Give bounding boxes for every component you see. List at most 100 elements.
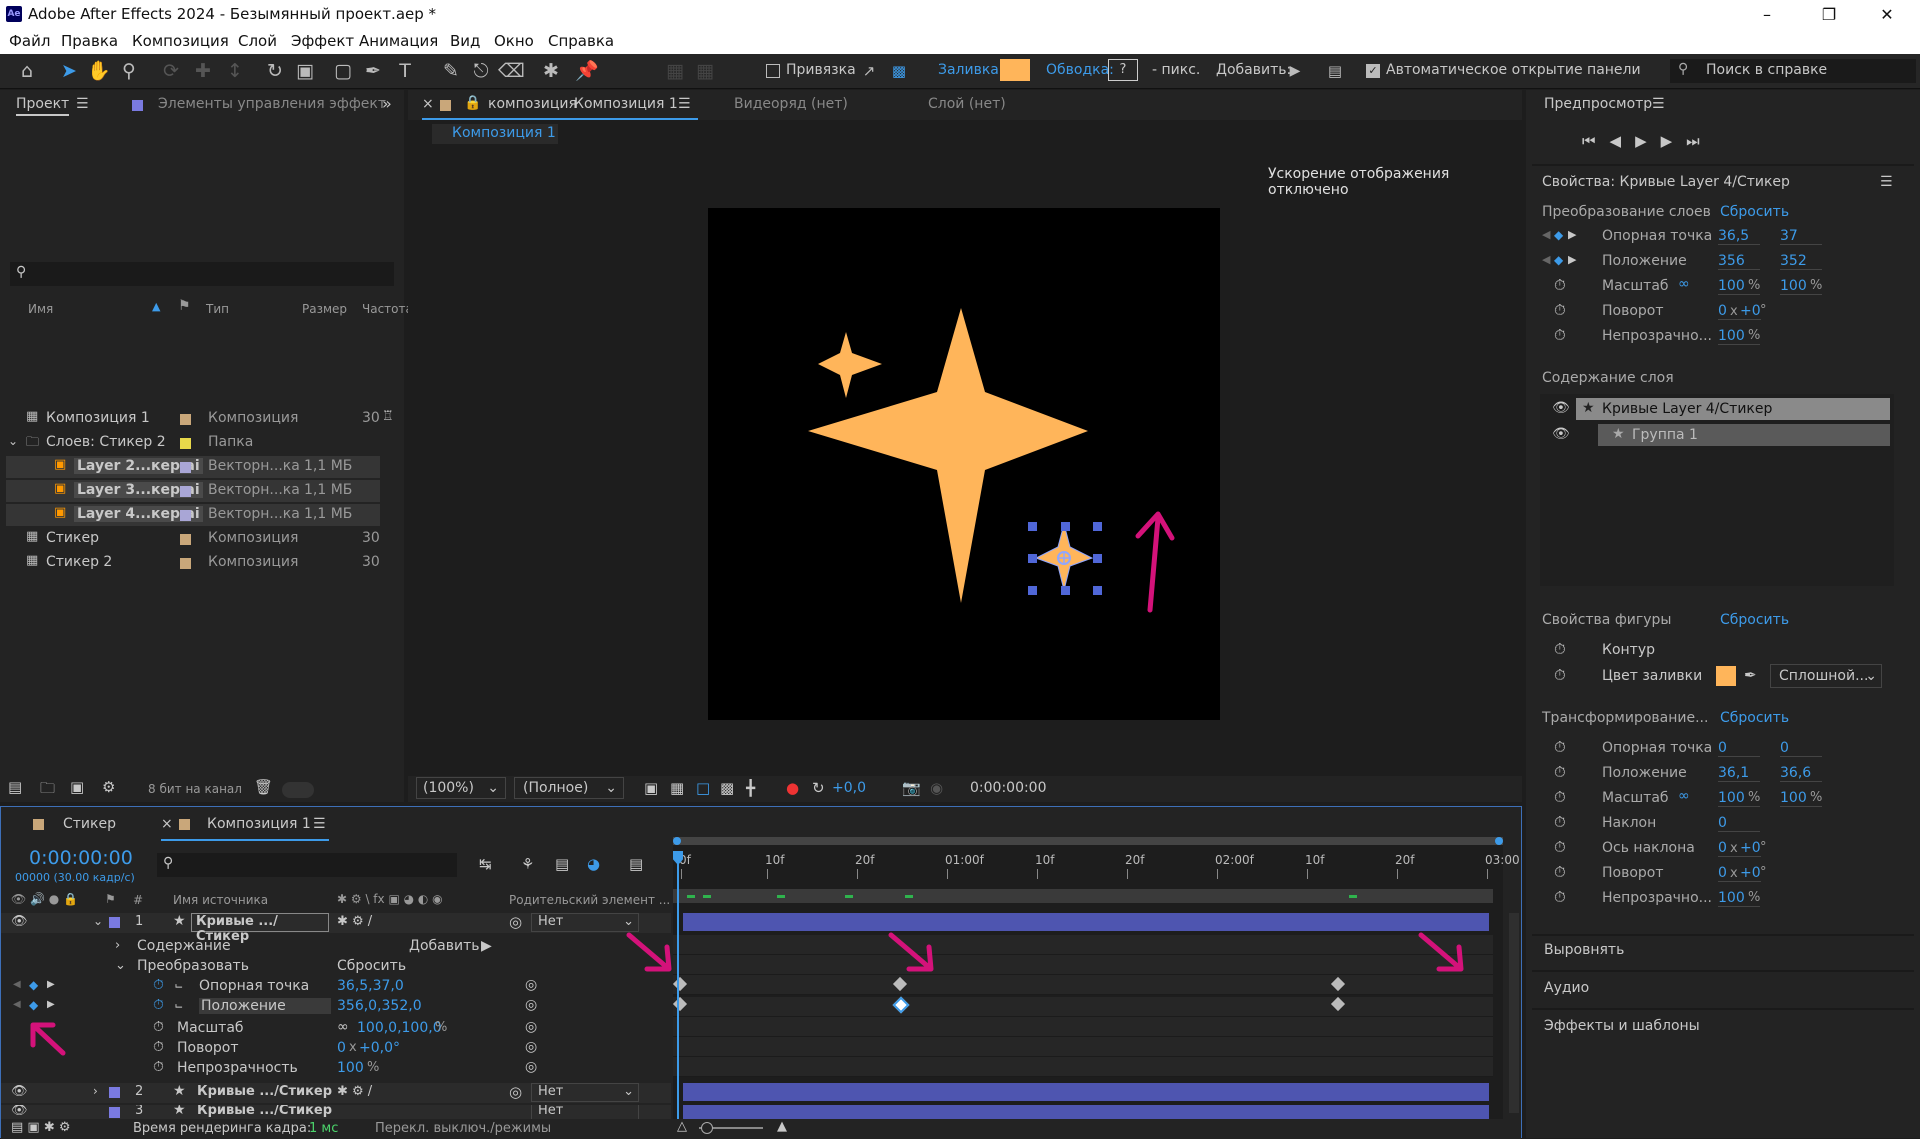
stopwatch-icon[interactable]: ⏱ [1554, 838, 1566, 856]
comp-timecode[interactable]: 0:00:00:00 [970, 780, 1047, 796]
layer-label-swatch[interactable] [109, 1087, 120, 1098]
panel-toggle-icon[interactable]: ▤ [1322, 58, 1348, 84]
timeline-property-name[interactable]: Масштаб [177, 1020, 244, 1036]
stopwatch-icon[interactable]: ⏱ [1554, 666, 1566, 684]
expression-pickwhip-icon[interactable]: ◎ [525, 1039, 537, 1055]
menu-file[interactable]: Файл [9, 32, 50, 50]
frame-blending-icon[interactable]: ▤ [555, 855, 569, 873]
project-item[interactable]: ▣ Layer 2...кер.ai Векторн...ка 1,1 МБ [6, 456, 380, 478]
layer-label-swatch[interactable] [109, 1107, 120, 1118]
work-area-start[interactable] [673, 837, 681, 845]
col-name[interactable]: Имя [28, 302, 53, 316]
pickwhip-icon[interactable]: ◎ [509, 1083, 522, 1101]
breadcrumb-comp[interactable]: Композиция 1 [452, 125, 556, 141]
layer-name[interactable]: Кривые .../Стикер [191, 913, 329, 944]
transparency-grid-icon[interactable]: ▦ [670, 779, 684, 797]
snap-target-icon[interactable]: ▩ [886, 58, 912, 84]
transform-reset[interactable]: Сбросить [337, 955, 406, 977]
snap-checkbox[interactable] [766, 64, 780, 78]
comp-canvas[interactable] [708, 208, 1220, 720]
project-item-label-swatch[interactable] [180, 558, 191, 569]
content-item-curves[interactable]: Кривые Layer 4/Стикер [1602, 401, 1772, 417]
expand-chevron-icon[interactable]: ⌄ [8, 434, 18, 448]
stopwatch-icon[interactable]: ⏱ [153, 1039, 164, 1055]
menu-animation[interactable]: Анимация [359, 32, 438, 50]
snapshot-icon[interactable]: 📷 [902, 779, 921, 797]
show-snapshot-icon[interactable]: ◉ [930, 779, 943, 797]
preview-title[interactable]: Предпросмотр [1544, 96, 1652, 112]
menu-view[interactable]: Вид [450, 32, 480, 50]
layer-switches[interactable]: ✱ ⚙ / [337, 914, 372, 929]
align-left-icon[interactable]: ▦ [662, 58, 688, 84]
overflow-icon[interactable]: » [382, 94, 392, 113]
col-source-name[interactable]: Имя источника [173, 893, 268, 907]
property-value-2[interactable]: +0 [1740, 840, 1761, 857]
layer-label-swatch[interactable] [109, 917, 120, 928]
property-value-1[interactable]: 36,1 [1718, 765, 1760, 782]
stopwatch-icon[interactable]: ⏱ [1554, 276, 1566, 294]
trash-icon[interactable]: 🗑 [254, 778, 273, 796]
layer-bar-1[interactable] [683, 913, 1489, 931]
lock-icon[interactable]: 🔒 [464, 95, 481, 111]
align-center-icon[interactable]: ▦ [692, 58, 718, 84]
menu-effect[interactable]: Эффект [291, 32, 354, 50]
interpret-icon[interactable]: ▤ [8, 778, 22, 796]
timeline-property-value[interactable]: 100,0,100,0 [357, 1020, 442, 1036]
layer-name[interactable]: Кривые .../Стикер [197, 1084, 332, 1099]
props-menu-icon[interactable]: ☰ [1880, 174, 1893, 190]
bit-depth-label[interactable]: 8 бит на канал [148, 782, 242, 796]
next-keyframe-icon[interactable]: ▶ [47, 999, 55, 1010]
property-value-2[interactable]: +0 [1740, 303, 1761, 320]
col-type[interactable]: Тип [206, 302, 229, 316]
tab-sticker[interactable]: Стикер [63, 816, 116, 832]
prev-frame-icon[interactable]: ◀ [1610, 132, 1636, 150]
preview-menu-icon[interactable]: ☰ [1652, 96, 1665, 112]
zoom-in-icon[interactable]: ▲ [777, 1119, 787, 1134]
auto-open-checkbox[interactable]: ✓ [1366, 64, 1380, 78]
graph-icon[interactable]: ⨽ [175, 997, 183, 1012]
next-keyframe-icon[interactable]: ▶ [1568, 228, 1576, 241]
effects-panel-title[interactable]: Эффекты и шаблоны [1544, 1018, 1700, 1034]
grid-icon[interactable]: ╋ [746, 779, 755, 797]
col-rate[interactable]: Частота [362, 302, 413, 316]
comp-breadcrumb[interactable]: Композиция 1 [432, 124, 558, 144]
fill-color-swatch[interactable] [1716, 666, 1736, 686]
close-button[interactable]: ✕ [1864, 2, 1910, 28]
layer-row-3[interactable]: 👁 3 ★ Кривые .../Стикер Нет [1, 1105, 671, 1119]
clone-tool-icon[interactable]: ⎋ [468, 58, 494, 84]
project-item[interactable]: ▣ Layer 3...кер.ai Векторн...ка 1,1 МБ [6, 480, 380, 502]
prev-keyframe-icon[interactable]: ◀ [13, 979, 21, 990]
timeline-property-name[interactable]: Положение [199, 998, 331, 1014]
expand-chevron-icon[interactable]: ⌄ [93, 914, 103, 928]
motion-blur-icon[interactable]: ◕ [587, 855, 600, 873]
puppet-tool-icon[interactable]: 📌 [574, 58, 600, 84]
keyframe-icon[interactable]: ◆ [1554, 253, 1563, 267]
fill-mode-select[interactable]: Сплошной... ⌄ [1770, 664, 1882, 688]
project-item-label-swatch[interactable] [180, 414, 191, 425]
property-value-1[interactable]: 36,5 [1718, 228, 1760, 245]
eraser-tool-icon[interactable]: ⌫ [498, 58, 525, 84]
stopwatch-icon[interactable]: ⏱ [1554, 788, 1566, 806]
timeline-property-value-2[interactable]: +0,0° [359, 1040, 400, 1056]
project-item-label-swatch[interactable] [180, 462, 191, 473]
track-area[interactable]: 0f 10f 20f 01:00f 10f 20f 02:00f 10f 20f 03:00 [626, 837, 1520, 1119]
add-content-icon[interactable]: ▶ [481, 935, 492, 957]
project-menu-icon[interactable]: ☰ [76, 96, 89, 112]
draft3d-icon[interactable]: ⚘ [521, 855, 534, 873]
graph-editor-icon[interactable]: ▤ [629, 855, 643, 873]
layer-transform-reset[interactable]: Сбросить [1720, 204, 1789, 220]
expression-pickwhip-icon[interactable]: ◎ [525, 1059, 537, 1075]
property-value-1[interactable]: 0 [1718, 815, 1760, 832]
type-tool-icon[interactable]: T [392, 58, 418, 84]
expression-pickwhip-icon[interactable]: ◎ [525, 1019, 537, 1035]
close-tab-icon[interactable]: × [422, 96, 434, 112]
flowchart-toggle[interactable] [282, 782, 314, 798]
property-value-2[interactable]: 352 [1780, 253, 1822, 270]
property-value-1[interactable]: 356 [1718, 253, 1760, 270]
collapse-chevron-icon[interactable]: ⌄ [115, 955, 126, 977]
next-frame-icon[interactable]: ▶ [1661, 132, 1687, 150]
help-search-input[interactable]: ⚲ Поиск в справке [1670, 59, 1916, 83]
minimize-button[interactable]: – [1744, 2, 1790, 28]
timeline-property-value[interactable]: 356,0,352,0 [337, 998, 422, 1014]
pan-tool-icon[interactable]: ✚ [190, 58, 216, 84]
